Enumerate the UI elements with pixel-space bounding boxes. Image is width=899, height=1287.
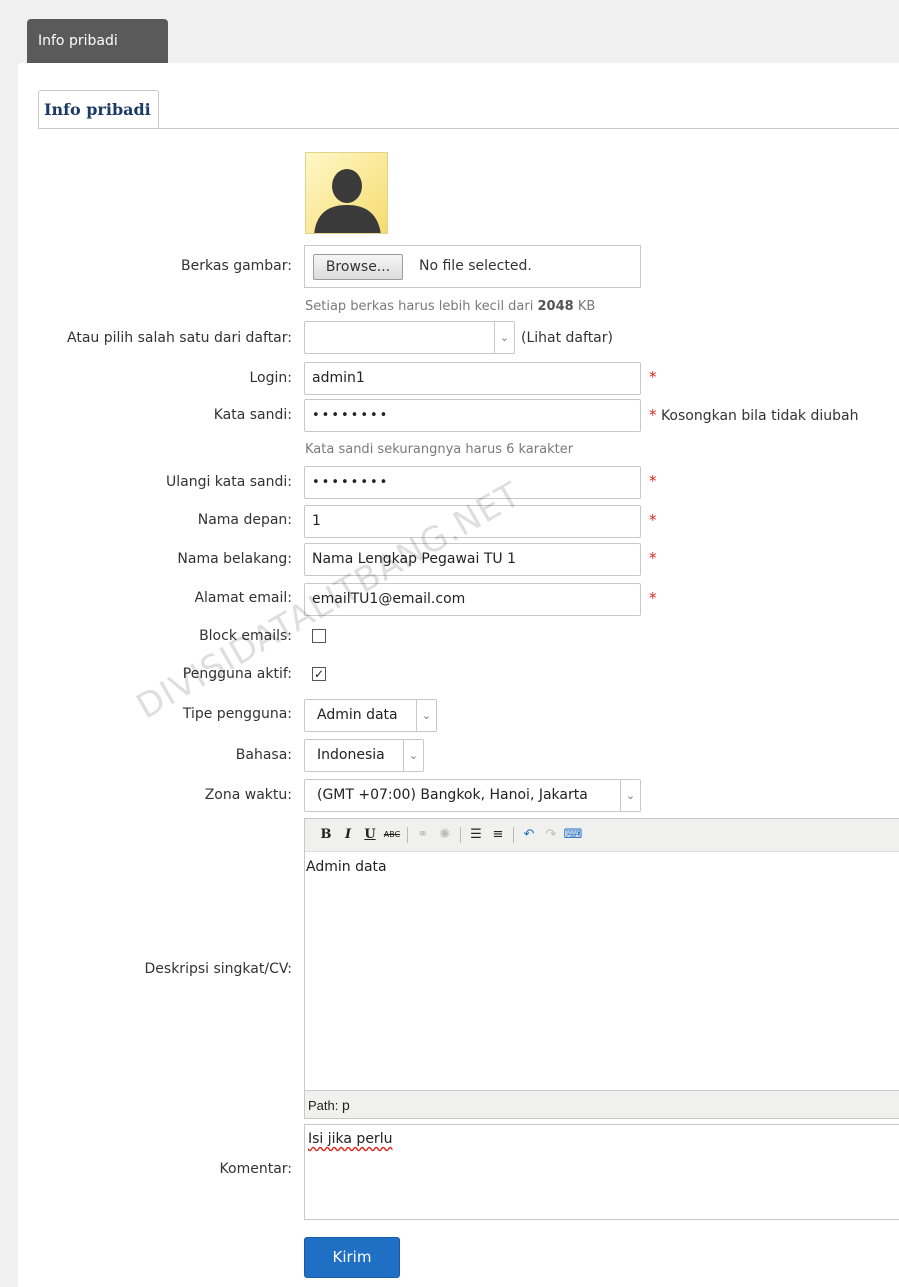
avatar-image bbox=[305, 152, 388, 234]
checkmark-icon: ✓ bbox=[313, 667, 325, 681]
editor-toolbar: B I U ABC ⚭ ✺ ☰ ≡ ↶ ↷ ⌨ bbox=[305, 819, 899, 852]
submit-button[interactable]: Kirim bbox=[304, 1237, 400, 1278]
toolbar-separator bbox=[513, 827, 514, 843]
chevron-down-icon: ⌄ bbox=[620, 780, 640, 811]
tab-info-pribadi[interactable]: Info pribadi bbox=[27, 19, 168, 63]
avatar-list-select[interactable]: ⌄ bbox=[304, 321, 515, 354]
timezone-select[interactable]: (GMT +07:00) Bangkok, Hanoi, Jakarta ⌄ bbox=[304, 779, 641, 812]
chevron-down-icon: ⌄ bbox=[416, 700, 436, 731]
timezone-label: Zona waktu: bbox=[204, 787, 292, 803]
user-type-select[interactable]: Admin data ⌄ bbox=[304, 699, 437, 732]
editor-content[interactable]: Admin data bbox=[306, 859, 387, 875]
toolbar-separator bbox=[407, 827, 408, 843]
chevron-down-icon: ⌄ bbox=[494, 322, 514, 353]
cv-label: Deskripsi singkat/CV: bbox=[144, 961, 292, 977]
user-silhouette-icon bbox=[314, 169, 381, 233]
file-status: No file selected. bbox=[419, 258, 532, 274]
password-hint: Kata sandi sekurangnya harus 6 karakter bbox=[305, 442, 574, 457]
login-label: Login: bbox=[249, 370, 293, 386]
required-marker: * bbox=[649, 368, 657, 386]
email-label: Alamat email: bbox=[194, 590, 292, 606]
password-note: * Kosongkan bila tidak diubah bbox=[649, 406, 859, 424]
image-file-label: Berkas gambar: bbox=[181, 258, 292, 274]
italic-button[interactable]: I bbox=[337, 825, 359, 845]
password-label: Kata sandi: bbox=[213, 407, 292, 423]
keyboard-icon[interactable]: ⌨ bbox=[562, 825, 584, 845]
unlink-icon[interactable]: ✺ bbox=[434, 825, 456, 845]
required-marker: * bbox=[649, 589, 657, 607]
undo-icon[interactable]: ↶ bbox=[518, 825, 540, 845]
subtab-info-pribadi[interactable]: Info pribadi bbox=[38, 90, 159, 128]
required-marker: * bbox=[649, 549, 657, 567]
toolbar-separator bbox=[460, 827, 461, 843]
repeat-password-label: Ulangi kata sandi: bbox=[165, 474, 292, 490]
bullet-list-icon[interactable]: ☰ bbox=[465, 825, 487, 845]
comment-label: Komentar: bbox=[219, 1161, 292, 1177]
editor-path-bar: Path: p bbox=[305, 1090, 899, 1118]
comment-textarea[interactable]: Isi jika perlu bbox=[304, 1124, 899, 1220]
view-list-link[interactable]: (Lihat daftar) bbox=[521, 330, 613, 346]
language-select[interactable]: Indonesia ⌄ bbox=[304, 739, 424, 772]
login-input[interactable]: admin1 bbox=[304, 362, 641, 395]
choose-from-list-label: Atau pilih salah satu dari daftar: bbox=[67, 330, 292, 346]
required-marker: * bbox=[649, 472, 657, 490]
file-size-hint: Setiap berkas harus lebih kecil dari 204… bbox=[305, 299, 596, 314]
active-user-checkbox[interactable]: ✓ bbox=[312, 667, 326, 681]
required-marker: * bbox=[649, 511, 657, 529]
browse-button[interactable]: Browse... bbox=[313, 254, 403, 280]
link-icon[interactable]: ⚭ bbox=[412, 825, 434, 845]
password-input[interactable]: •••••••• bbox=[304, 399, 641, 432]
first-name-label: Nama depan: bbox=[197, 512, 292, 528]
file-input[interactable]: Browse... No file selected. bbox=[304, 245, 641, 288]
chevron-down-icon: ⌄ bbox=[403, 740, 423, 771]
underline-button[interactable]: U bbox=[359, 825, 381, 845]
tab-divider bbox=[38, 128, 899, 129]
last-name-label: Nama belakang: bbox=[177, 551, 292, 567]
redo-icon[interactable]: ↷ bbox=[540, 825, 562, 845]
comment-text: Isi jika perlu bbox=[308, 1131, 393, 1147]
numbered-list-icon[interactable]: ≡ bbox=[487, 825, 509, 845]
cv-rich-text-editor[interactable]: B I U ABC ⚭ ✺ ☰ ≡ ↶ ↷ ⌨ Admin data Path:… bbox=[304, 818, 899, 1119]
bold-button[interactable]: B bbox=[315, 825, 337, 845]
user-type-label: Tipe pengguna: bbox=[182, 706, 292, 722]
language-label: Bahasa: bbox=[235, 747, 292, 763]
strikethrough-button[interactable]: ABC bbox=[381, 825, 403, 845]
